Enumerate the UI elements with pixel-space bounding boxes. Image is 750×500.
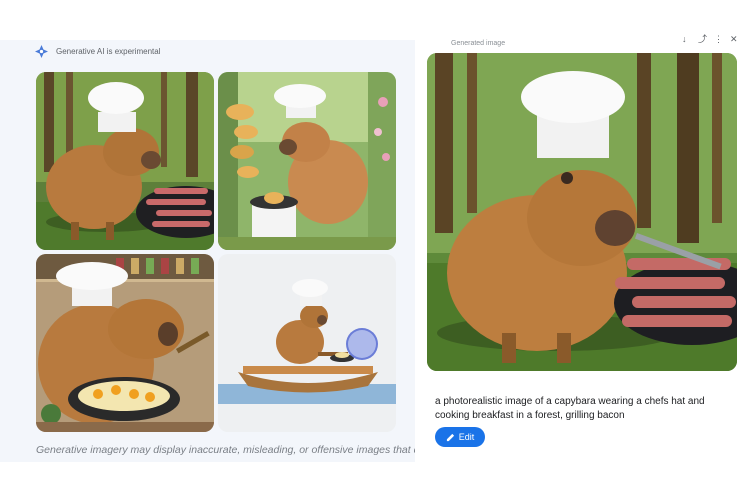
capybara-chef-large-image	[427, 53, 737, 371]
image-tile-2[interactable]	[218, 72, 396, 250]
sparkle-icon	[35, 45, 48, 58]
generated-image[interactable]	[427, 53, 737, 371]
generated-image-label: Generated image	[451, 40, 506, 47]
experimental-notice: Generative AI is experimental	[35, 45, 161, 58]
disclaimer-text: Generative imagery may display inaccurat…	[36, 444, 416, 456]
image-results-panel: Generative AI is experimental Generative…	[0, 40, 416, 462]
download-icon[interactable]: ↓	[682, 35, 690, 44]
more-icon[interactable]: ⋮	[714, 35, 723, 44]
pencil-icon	[446, 433, 454, 441]
capybara-boat-image	[218, 254, 396, 432]
app-frame: Generative AI is experimental Generative…	[0, 35, 750, 462]
prompt-text: a photorealistic image of a capybara wea…	[435, 396, 705, 421]
edit-label: Edit	[458, 432, 475, 442]
detail-controls: ↓ ⤴ ⋮ ✕	[682, 35, 738, 44]
capybara-pot-image	[218, 72, 396, 250]
image-grid	[36, 72, 396, 432]
image-tile-3[interactable]	[36, 254, 214, 432]
capybara-frying-pan-image	[36, 254, 214, 432]
image-detail-panel: Generated image ↓ ⤴ ⋮ ✕ a photorealistic…	[418, 35, 750, 462]
edit-button[interactable]: Edit	[435, 427, 485, 447]
close-icon[interactable]: ✕	[730, 35, 738, 44]
share-icon[interactable]: ⤴	[698, 35, 707, 44]
image-tile-4[interactable]	[218, 254, 396, 432]
image-tile-1[interactable]	[36, 72, 214, 250]
capybara-grill-image	[36, 72, 214, 250]
experimental-label: Generative AI is experimental	[56, 47, 161, 56]
